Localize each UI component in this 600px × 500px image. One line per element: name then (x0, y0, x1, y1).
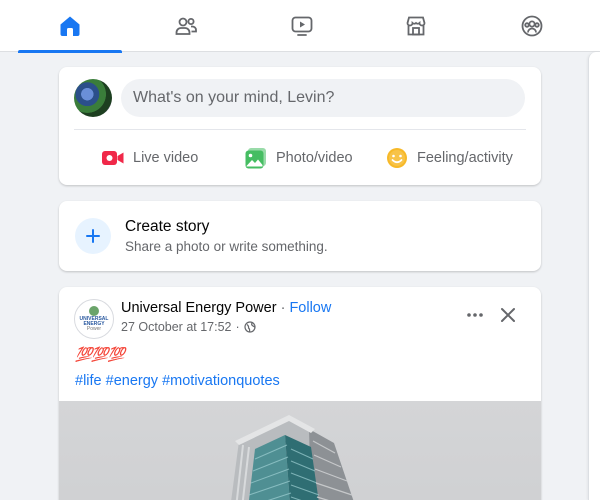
plus-icon (86, 229, 100, 243)
post-meta: 27 October at 17:52 · (121, 320, 256, 334)
tab-marketplace[interactable] (364, 0, 468, 52)
composer-input[interactable]: What's on your mind, Levin? (121, 79, 525, 117)
leaf-icon (89, 306, 99, 316)
post-composer: What's on your mind, Levin? Live video P… (59, 67, 541, 185)
home-icon (60, 16, 80, 36)
tab-home[interactable] (18, 0, 122, 53)
right-panel-edge (588, 52, 600, 500)
close-icon (501, 308, 515, 322)
tab-friends[interactable] (134, 0, 238, 52)
more-icon (467, 313, 483, 317)
marketplace-icon (406, 16, 426, 36)
groups-icon (521, 15, 543, 37)
feeling-activity-button[interactable]: Feeling/activity (385, 141, 513, 175)
add-story-button[interactable] (75, 218, 111, 254)
create-story-subtitle: Share a photo or write something. (125, 239, 328, 254)
smiley-icon (387, 148, 407, 168)
globe-icon (244, 321, 256, 333)
logo-text-line: Power (86, 326, 102, 332)
divider (74, 129, 526, 130)
top-navigation (0, 0, 600, 53)
more-options-button[interactable] (461, 305, 489, 325)
create-story-card[interactable]: Create story Share a photo or write some… (59, 201, 541, 271)
page-name-link[interactable]: Universal Energy Power (121, 300, 277, 316)
hide-post-button[interactable] (497, 304, 519, 326)
hashtag-link[interactable]: #life (75, 373, 102, 389)
friends-icon (175, 17, 197, 35)
tab-groups[interactable] (480, 0, 584, 52)
post-image[interactable] (59, 401, 541, 500)
live-video-icon (102, 151, 124, 165)
follow-button[interactable]: Follow (289, 300, 331, 316)
separator: · (276, 300, 290, 316)
separator: · (235, 320, 240, 334)
photo-icon (245, 148, 266, 169)
photo-video-label: Photo/video (276, 150, 353, 166)
live-video-label: Live video (133, 150, 199, 166)
building-image (231, 415, 354, 500)
feed-post: UNIVERSAL ENERGY Power Universal Energy … (59, 287, 541, 500)
post-timestamp[interactable]: 27 October at 17:52 (121, 320, 232, 334)
hashtag-link[interactable]: #energy (106, 373, 158, 389)
avatar[interactable] (74, 79, 112, 117)
tab-watch[interactable] (250, 0, 354, 52)
photo-video-button[interactable]: Photo/video (244, 141, 353, 175)
post-hashtags: #life #energy #motivationquotes (75, 373, 280, 389)
create-story-title: Create story (125, 218, 210, 235)
post-text-emoji: 💯💯💯 (75, 346, 125, 362)
page-avatar[interactable]: UNIVERSAL ENERGY Power (74, 299, 114, 339)
video-icon (291, 16, 313, 36)
live-video-button[interactable]: Live video (101, 141, 198, 175)
hashtag-link[interactable]: #motivationquotes (162, 373, 280, 389)
feeling-activity-label: Feeling/activity (417, 150, 513, 166)
post-header: Universal Energy Power · Follow (121, 300, 331, 316)
